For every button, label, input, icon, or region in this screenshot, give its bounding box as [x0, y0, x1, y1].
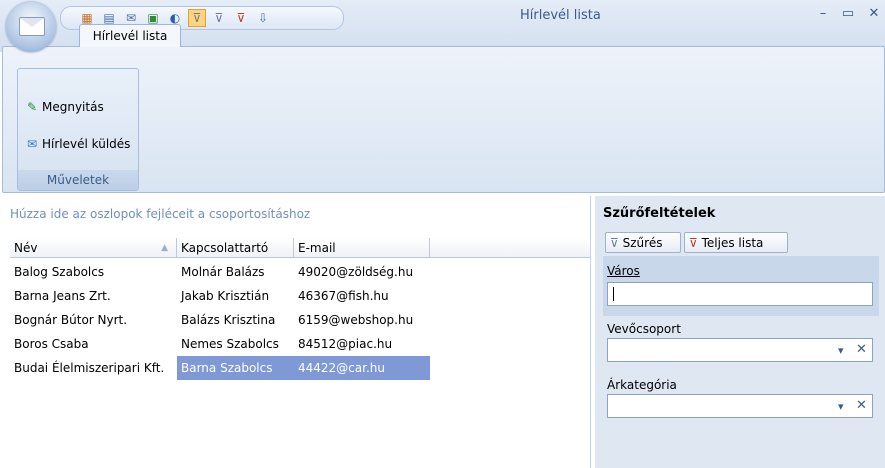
- full-list-button-label: Teljes lista: [701, 236, 764, 250]
- send-mail-icon: ✉: [26, 137, 38, 151]
- app-menu-button[interactable]: [6, 2, 56, 52]
- filter-panel-title: Szűrőfeltételek: [603, 206, 716, 221]
- ribbon-group-label: Műveletek: [18, 170, 138, 190]
- table-row[interactable]: Barna Jeans Zrt. Jakab Krisztián 46367@f…: [10, 284, 590, 308]
- city-label: Város: [607, 264, 640, 278]
- filter-icon[interactable]: ⊽: [188, 9, 206, 27]
- window-title: Hírlevél lista: [520, 8, 601, 23]
- close-button[interactable]: ✕: [866, 6, 882, 21]
- export-icon[interactable]: ⇩: [255, 10, 271, 26]
- cell-email: 49020@zöldség.hu: [298, 265, 414, 279]
- tab-hirlevel-lista[interactable]: Hírlevél lista: [79, 24, 181, 47]
- price-category-label: Árkategória: [607, 378, 677, 392]
- table-row[interactable]: Boros Csaba Nemes Szabolcs 84512@piac.hu: [10, 332, 590, 356]
- table-row[interactable]: Bognár Bútor Nyrt. Balázs Krisztina 6159…: [10, 308, 590, 332]
- column-header-name-label: Név: [14, 241, 38, 255]
- clear-icon[interactable]: ✕: [856, 342, 867, 357]
- cell-name: Balog Szabolcs: [14, 265, 105, 279]
- cell-contact: Balázs Krisztina: [181, 313, 276, 327]
- cell-contact: Molnár Balázs: [181, 265, 265, 279]
- cell-email: 84512@piac.hu: [298, 337, 393, 351]
- send-newsletter-label: Hírlevél küldés: [42, 137, 131, 151]
- cell-name: Boros Csaba: [14, 337, 89, 351]
- cell-email: 6159@webshop.hu: [298, 313, 414, 327]
- filter-button-label: Szűrés: [622, 236, 663, 250]
- cell-name: Barna Jeans Zrt.: [14, 289, 111, 303]
- splitter[interactable]: [590, 196, 591, 468]
- open-button[interactable]: ✎ Megnyitás: [24, 98, 104, 116]
- filter-icon: ⊽: [610, 236, 619, 250]
- edit-icon: ✎: [26, 100, 38, 114]
- table-row[interactable]: Balog Szabolcs Molnár Balázs 49020@zölds…: [10, 260, 590, 284]
- cell-email: 44422@car.hu: [294, 356, 430, 380]
- text-cursor: [613, 287, 614, 301]
- send-newsletter-button[interactable]: ✉ Hírlevél küldés: [24, 135, 130, 153]
- column-header-contact[interactable]: Kapcsolattartó: [177, 238, 294, 258]
- table-row-selected[interactable]: Budai Élelmiszeripari Kft. Barna Szabolc…: [10, 356, 590, 380]
- full-list-button[interactable]: ⊽ Teljes lista: [684, 232, 788, 253]
- column-header-filler: [430, 238, 590, 258]
- cell-email: 46367@fish.hu: [298, 289, 389, 303]
- cell-contact: Nemes Szabolcs: [181, 337, 279, 351]
- envelope-icon: [19, 17, 45, 36]
- sort-ascending-icon: ▲: [161, 243, 168, 253]
- column-header-name[interactable]: Név ▲: [10, 238, 177, 258]
- filter-clear-icon: ⊽: [689, 236, 698, 250]
- column-header-contact-label: Kapcsolattartó: [181, 241, 269, 255]
- filter-clear-icon[interactable]: ⊽: [233, 10, 249, 26]
- price-category-select[interactable]: ▾ ✕: [607, 394, 873, 418]
- group-by-hint[interactable]: Húzza ide az oszlopok fejléceit a csopor…: [10, 196, 586, 232]
- minimize-button[interactable]: –: [815, 6, 831, 21]
- cell-name: Bognár Bútor Nyrt.: [14, 313, 128, 327]
- filter-button[interactable]: ⊽ Szűrés: [605, 232, 681, 253]
- chevron-down-icon[interactable]: ▾: [838, 400, 844, 413]
- ribbon: ✎ Megnyitás ✉ Hírlevél küldés Műveletek: [2, 46, 885, 193]
- data-grid: Név ▲ Kapcsolattartó E-mail Balog Szabol…: [10, 238, 590, 468]
- city-input[interactable]: [607, 282, 873, 306]
- customer-group-select[interactable]: ▾ ✕: [607, 338, 873, 362]
- cell-name: Budai Élelmiszeripari Kft.: [14, 361, 165, 375]
- filter-panel: Szűrőfeltételek ⊽ Szűrés ⊽ Teljes lista …: [595, 196, 885, 468]
- column-header-email-label: E-mail: [298, 241, 336, 255]
- ribbon-group-muveletek: ✎ Megnyitás ✉ Hírlevél küldés Műveletek: [17, 68, 139, 191]
- open-button-label: Megnyitás: [42, 100, 104, 114]
- filter-add-icon[interactable]: ⊽: [211, 10, 227, 26]
- customer-group-label: Vevőcsoport: [607, 322, 681, 336]
- column-header-email[interactable]: E-mail: [294, 238, 430, 258]
- maximize-button[interactable]: ▭: [840, 6, 856, 21]
- cell-contact: Jakab Krisztián: [181, 289, 270, 303]
- chevron-down-icon[interactable]: ▾: [838, 344, 844, 357]
- cell-contact: Barna Szabolcs: [177, 356, 294, 380]
- clear-icon[interactable]: ✕: [856, 398, 867, 413]
